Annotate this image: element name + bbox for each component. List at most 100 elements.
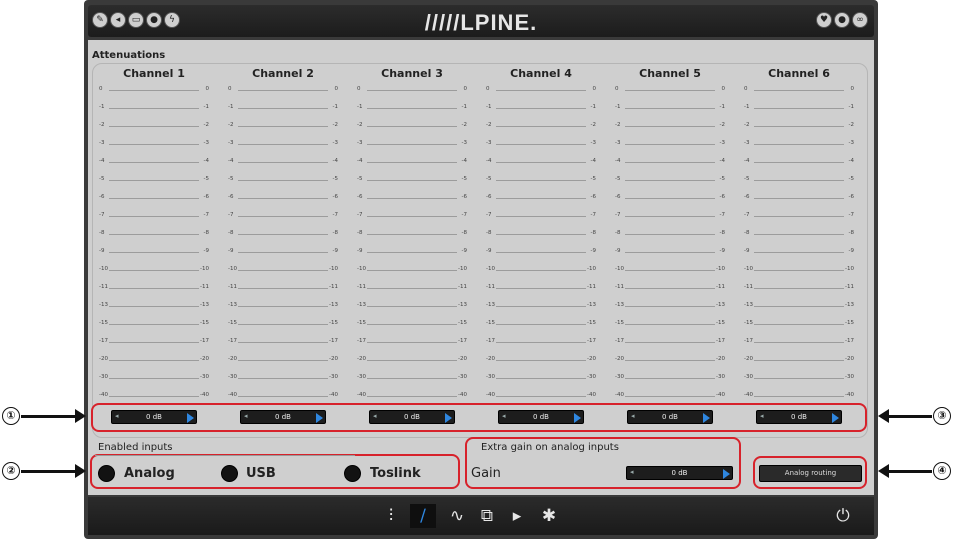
scale-tick: -10 -10	[357, 265, 467, 275]
channel-3-stepper[interactable]: ◂ 0 dB	[369, 410, 455, 424]
channel-2-stepper[interactable]: ◂ 0 dB	[240, 410, 326, 424]
tick-label-left: -6	[615, 194, 621, 200]
increase-icon[interactable]	[316, 413, 323, 423]
attenuations-title: Attenuations	[92, 50, 166, 61]
tick-line	[625, 252, 715, 253]
scale-tick: -11 -11	[99, 283, 209, 293]
scale-tick: -7 -7	[615, 211, 725, 221]
tick-label-right: -8	[590, 230, 596, 236]
tick-line	[625, 180, 715, 181]
tick-label-left: -15	[357, 320, 366, 326]
tick-label-left: -4	[615, 158, 621, 164]
tick-line	[754, 126, 844, 127]
link-icon[interactable]: ∞	[852, 12, 868, 28]
increase-icon[interactable]	[832, 413, 839, 423]
tick-line	[109, 306, 199, 307]
tick-label-left: -15	[744, 320, 753, 326]
tick-line	[496, 216, 586, 217]
tick-label-right: -10	[587, 266, 596, 272]
tick-label-left: -20	[99, 356, 108, 362]
channel-1-title: Channel 1	[123, 67, 185, 80]
scale-tick: -11 -11	[744, 283, 854, 293]
equalizer-icon[interactable]: ⫶	[378, 504, 404, 528]
scale-tick: -6 -6	[228, 193, 338, 203]
tick-label-right: -17	[329, 338, 338, 344]
tick-label-right: -11	[200, 284, 209, 290]
tick-label-left: -1	[615, 104, 621, 110]
tick-label-right: -11	[587, 284, 596, 290]
increase-icon[interactable]	[703, 413, 710, 423]
channel-3-scale[interactable]: 0 0 -1 -1 -2 -2 -3 -3 -4 -4 -5 -5 -6 -6 -7 -7 -8 -8 -9 -9 -1…	[357, 83, 467, 403]
increase-icon[interactable]	[187, 413, 194, 423]
heart-icon[interactable]: ♥	[816, 12, 832, 28]
analog-routing-button[interactable]: Analog routing	[759, 465, 862, 482]
channel-2-column: Channel 2 0 0 -1 -1 -2 -2 -3 -3 -4 -4 -5 -5 -6 -6 -7 -7-…	[228, 67, 338, 403]
copy-icon[interactable]: ⧉	[474, 504, 500, 528]
tick-label-right: -13	[587, 302, 596, 308]
toslink-radio[interactable]	[344, 465, 361, 482]
channel-2-scale[interactable]: 0 0 -1 -1 -2 -2 -3 -3 -4 -4 -5 -5 -6 -6 -7 -7 -8 -8 -9 -9 -1…	[228, 83, 338, 403]
channel-1-column: Channel 1 0 0 -1 -1 -2 -2 -3 -3 -4 -4 -5 -5 -6 -6 -7 -7-…	[99, 67, 209, 403]
top-bar: ✎ ◂ ▭ ● ϟ /////LPINE. ♥ ● ∞	[88, 5, 874, 37]
channel-1-scale[interactable]: 0 0 -1 -1 -2 -2 -3 -3 -4 -4 -5 -5 -6 -6 -7 -7 -8 -8 -9 -9 -1…	[99, 83, 209, 403]
channel-4-stepper[interactable]: ◂ 0 dB	[498, 410, 584, 424]
tick-label-right: -40	[845, 392, 854, 398]
tick-line	[754, 270, 844, 271]
tick-label-right: -13	[845, 302, 854, 308]
scale-tick: -1 -1	[615, 103, 725, 113]
tick-line	[367, 198, 457, 199]
scale-tick: -17 -17	[615, 337, 725, 347]
scale-tick: -1 -1	[99, 103, 209, 113]
tick-label-right: -6	[848, 194, 854, 200]
gear-icon[interactable]: ✱	[536, 504, 562, 528]
tick-line	[754, 306, 844, 307]
bulb-icon[interactable]: ●	[834, 12, 850, 28]
tick-label-right: 0	[463, 86, 468, 92]
tick-label-right: 0	[592, 86, 597, 92]
scale-tick: -5 -5	[486, 175, 596, 185]
tick-label-right: -7	[848, 212, 854, 218]
channel-5-scale[interactable]: 0 0 -1 -1 -2 -2 -3 -3 -4 -4 -5 -5 -6 -6 -7 -7 -8 -8 -9 -9 -1…	[615, 83, 725, 403]
channel-4-scale[interactable]: 0 0 -1 -1 -2 -2 -3 -3 -4 -4 -5 -5 -6 -6 -7 -7 -8 -8 -9 -9 -1…	[486, 83, 596, 403]
channel-6-stepper[interactable]: ◂ 0 dB	[756, 410, 842, 424]
tick-label-right: -10	[200, 266, 209, 272]
tick-line	[238, 108, 328, 109]
tick-line	[496, 108, 586, 109]
usb-radio[interactable]	[221, 465, 238, 482]
tick-label-right: -17	[587, 338, 596, 344]
tick-line	[367, 234, 457, 235]
channel-6-scale[interactable]: 0 0 -1 -1 -2 -2 -3 -3 -4 -4 -5 -5 -6 -6 -7 -7 -8 -8 -9 -9 -1…	[744, 83, 854, 403]
tick-label-left: -2	[615, 122, 621, 128]
tick-line	[625, 306, 715, 307]
speaker-icon[interactable]: ▸	[504, 504, 530, 528]
scale-tick: 00	[99, 85, 209, 95]
tick-label-left: 0	[615, 86, 619, 92]
usb-label: USB	[246, 466, 276, 481]
gain-stepper[interactable]: ◂ 0 dB	[626, 466, 733, 480]
tick-line	[496, 306, 586, 307]
cable-icon[interactable]: ∕	[410, 504, 436, 528]
tick-label-left: -1	[357, 104, 363, 110]
tick-label-right: -3	[203, 140, 209, 146]
waveform-icon[interactable]: ∿	[444, 504, 470, 528]
tick-label-left: -13	[357, 302, 366, 308]
tick-line	[109, 162, 199, 163]
increase-icon[interactable]	[723, 469, 730, 479]
channel-1-stepper[interactable]: ◂ 0 dB	[111, 410, 197, 424]
power-icon[interactable]: ⏻	[830, 504, 856, 528]
tick-label-right: -7	[719, 212, 725, 218]
increase-icon[interactable]	[574, 413, 581, 423]
increase-icon[interactable]	[445, 413, 452, 423]
channel-5-stepper[interactable]: ◂ 0 dB	[627, 410, 713, 424]
tick-label-right: -5	[203, 176, 209, 182]
analog-radio[interactable]	[98, 465, 115, 482]
analog-label: Analog	[124, 466, 175, 481]
tick-label-right: -6	[461, 194, 467, 200]
channel-3-column: Channel 3 0 0 -1 -1 -2 -2 -3 -3 -4 -4 -5 -5 -6 -6 -7 -7-…	[357, 67, 467, 403]
scale-tick: -11 -11	[228, 283, 338, 293]
scale-tick: -30 -30	[615, 373, 725, 383]
scale-tick: -11 -11	[615, 283, 725, 293]
tick-label-left: 0	[744, 86, 748, 92]
tick-label-left: -3	[357, 140, 363, 146]
tick-label-left: -5	[486, 176, 492, 182]
